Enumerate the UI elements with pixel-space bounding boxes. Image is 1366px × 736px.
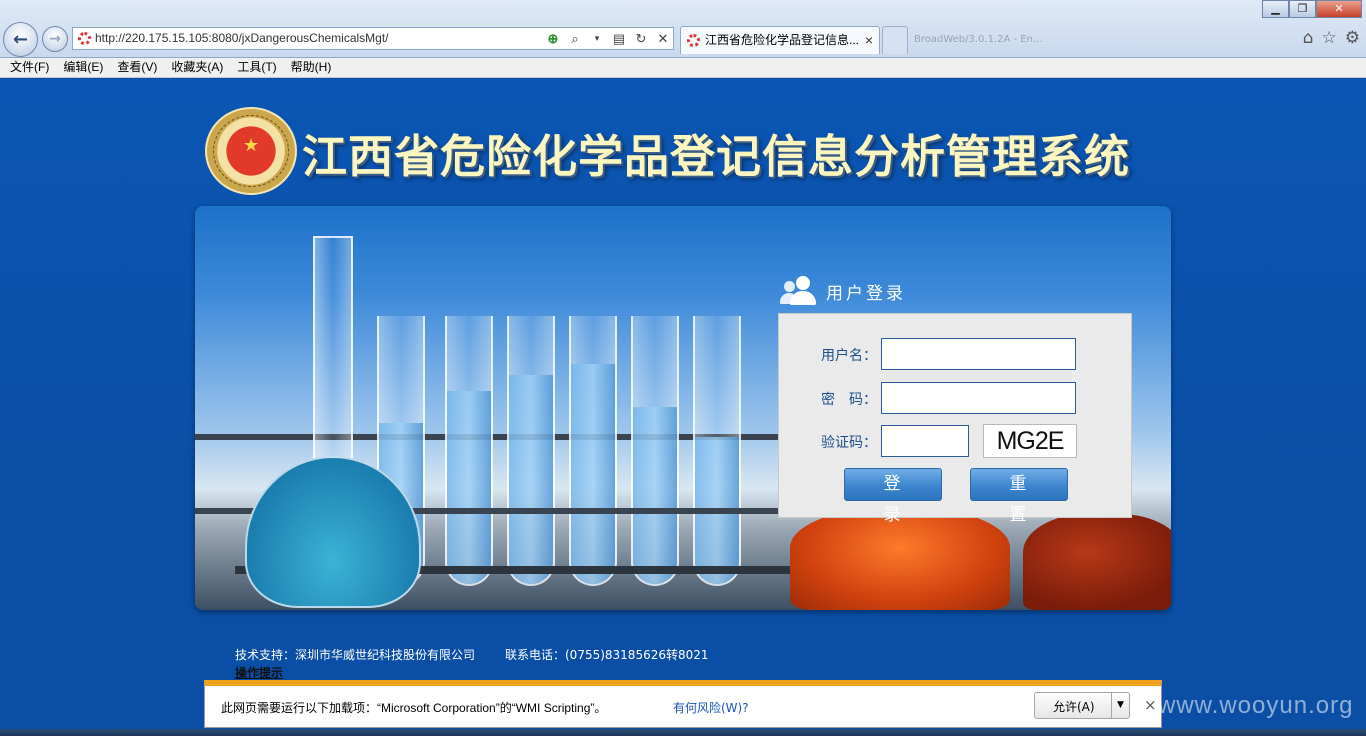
search-icon[interactable]: ⌕ <box>567 28 583 49</box>
compat-view-icon[interactable]: ⊕ <box>545 28 561 49</box>
gear-icon[interactable]: ⚙ <box>1345 28 1360 48</box>
home-icon[interactable]: ⌂ <box>1303 28 1314 48</box>
site-favicon-icon <box>78 32 91 45</box>
background-tab[interactable]: BroadWeb/3.0.1.2A - En... <box>910 30 1080 50</box>
tab-close-icon[interactable]: × <box>865 27 873 53</box>
login-heading: 用户登录 <box>780 276 906 306</box>
chevron-down-icon[interactable]: ▼ <box>1111 693 1129 718</box>
tech-support-text: 技术支持：深圳市华威世纪科技股份有限公司 <box>235 648 476 662</box>
users-icon <box>780 276 820 306</box>
password-label: 密 码： <box>821 392 877 408</box>
username-input[interactable] <box>881 338 1076 370</box>
tab-active[interactable]: 江西省危险化学品登记信息... × <box>680 26 880 54</box>
watermark-text: www.wooyun.org <box>1158 692 1354 719</box>
login-panel: 用户登录 用户名： 密 码： 验证码： MG2E 登 录 重 置 <box>195 206 1171 610</box>
arrow-left-icon: ← <box>12 29 29 50</box>
back-button[interactable]: ← <box>3 22 38 57</box>
star-icon: ★ <box>243 135 260 156</box>
addon-infobar: 此网页需要运行以下加载项：“Microsoft Corporation”的“WM… <box>204 680 1162 728</box>
test-tube <box>445 316 493 586</box>
login-form: 用户名： 密 码： 验证码： MG2E 登 录 重 置 <box>778 313 1132 525</box>
maximize-button[interactable]: ❐ <box>1289 0 1316 18</box>
operation-tips-link[interactable]: 操作提示 <box>235 664 283 681</box>
window-controls: ▁ ❐ ✕ <box>1262 0 1362 18</box>
menu-edit[interactable]: 编辑(E) <box>57 58 109 77</box>
captcha-label: 验证码： <box>821 435 877 451</box>
stop-icon[interactable]: ✕ <box>655 28 671 49</box>
risk-info-link[interactable]: 有何风险(W)? <box>673 699 749 716</box>
os-taskbar <box>0 729 1366 736</box>
address-url: http://220.175.15.105:8080/jxDangerousCh… <box>95 31 389 45</box>
login-heading-text: 用户登录 <box>826 283 906 304</box>
menu-view[interactable]: 查看(V) <box>111 58 163 77</box>
address-bar-tools: ⊕ ⌕ ▾ ▤ ↻ ✕ <box>545 29 671 48</box>
forward-button[interactable]: → <box>42 26 68 52</box>
menu-favorites[interactable]: 收藏夹(A) <box>165 58 229 77</box>
window-close-button[interactable]: ✕ <box>1316 0 1362 18</box>
test-tube <box>693 316 741 586</box>
captcha-image[interactable]: MG2E <box>983 424 1077 458</box>
flask-neck <box>313 236 353 466</box>
menu-file[interactable]: 文件(F) <box>4 58 55 77</box>
menu-tools[interactable]: 工具(T) <box>231 58 282 77</box>
captcha-input[interactable] <box>881 425 969 457</box>
beaker-red <box>1023 514 1171 610</box>
menu-help[interactable]: 帮助(H) <box>285 58 338 77</box>
reset-button[interactable]: 重 置 <box>970 468 1068 525</box>
browser-chrome: ← → http://220.175.15.105:8080/jxDangero… <box>0 0 1366 58</box>
emblem-logo: ★ <box>205 107 297 195</box>
refresh-icon[interactable]: ↻ <box>633 28 649 49</box>
menu-bar: 文件(F) 编辑(E) 查看(V) 收藏夹(A) 工具(T) 帮助(H) <box>0 58 1366 78</box>
chevron-down-icon[interactable]: ▾ <box>589 28 605 49</box>
allow-button[interactable]: 允许(A) ▼ <box>1034 692 1130 719</box>
arrow-right-icon: → <box>49 31 61 47</box>
address-bar[interactable]: http://220.175.15.105:8080/jxDangerousCh… <box>72 27 674 50</box>
login-button[interactable]: 登 录 <box>844 468 942 525</box>
test-tube <box>569 316 617 586</box>
tab-favicon-icon <box>687 34 700 47</box>
tab-title: 江西省危险化学品登记信息... <box>705 33 860 47</box>
browser-toolbar-icons: ⌂ ☆ ⚙ <box>1303 28 1360 48</box>
new-tab-button[interactable] <box>882 26 908 54</box>
favorites-star-icon[interactable]: ☆ <box>1322 28 1337 48</box>
page-icon[interactable]: ▤ <box>611 28 627 49</box>
infobar-close-icon[interactable]: × <box>1144 696 1157 714</box>
page-title: 江西省危险化学品登记信息分析管理系统 <box>302 130 1131 183</box>
test-tube <box>507 316 555 586</box>
username-label: 用户名： <box>821 348 877 364</box>
test-tube <box>631 316 679 586</box>
contact-phone-text: 联系电话：(0755)83185626转8021 <box>505 648 709 662</box>
password-input[interactable] <box>881 382 1076 414</box>
minimize-button[interactable]: ▁ <box>1262 0 1289 18</box>
allow-button-label: 允许(A) <box>1053 700 1095 714</box>
infobar-message: 此网页需要运行以下加载项：“Microsoft Corporation”的“WM… <box>221 701 607 715</box>
